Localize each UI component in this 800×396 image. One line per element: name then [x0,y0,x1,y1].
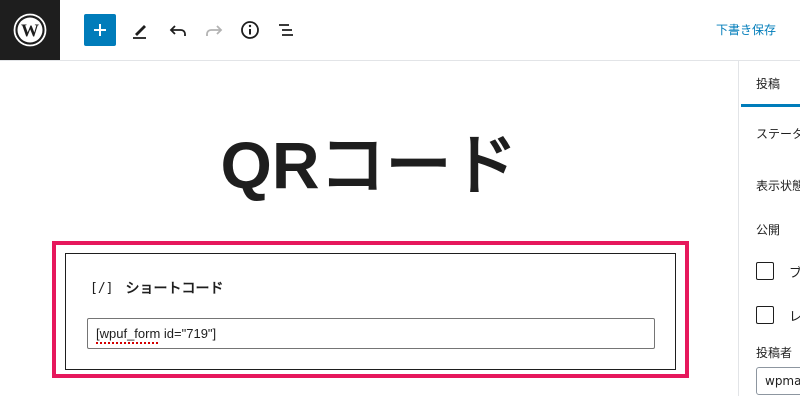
spellcheck-underline [96,342,159,344]
tab-post[interactable]: 投稿 [741,61,800,107]
pending-review-checkbox-label: レ [789,306,800,325]
author-label: 投稿者 [756,346,793,360]
svg-text:W: W [21,21,39,41]
wordpress-logo-button[interactable]: W [0,0,60,60]
pending-review-checkbox[interactable] [756,306,774,324]
tools-button[interactable] [124,14,156,46]
redo-icon [206,25,223,36]
shortcode-input[interactable] [87,318,655,349]
list-view-button[interactable] [270,14,302,46]
status-label: ステータ [756,127,800,141]
wordpress-icon: W [13,13,47,47]
add-block-button[interactable] [84,14,116,46]
sticky-checkbox-label: ブ [789,262,800,281]
save-draft-button[interactable]: 下書き保存 [716,20,776,40]
shortcode-block[interactable]: [/] ショートコード [65,253,676,370]
redo-button[interactable] [198,14,230,46]
details-button[interactable] [234,14,266,46]
undo-icon [169,25,186,36]
shortcode-icon: [/] [90,280,114,296]
shortcode-block-label: [/] ショートコード [90,278,223,298]
post-title[interactable]: QRコード [0,120,738,210]
list-icon [279,24,293,36]
pencil-icon [133,25,146,39]
shortcode-block-title: ショートコード [125,281,224,297]
plus-icon [94,24,106,36]
info-icon [241,21,259,39]
settings-sidebar: 投稿 ステータ 表示状態 公開 ブ レ 投稿者 wpmas [738,61,800,396]
sticky-checkbox[interactable] [756,262,774,280]
undo-button[interactable] [162,14,194,46]
visibility-label[interactable]: 表示状態 [756,177,800,194]
author-select[interactable]: wpmas [756,367,800,395]
publish-label[interactable]: 公開 [756,221,780,238]
editor-toolbar: W 下書き保存 [0,0,800,61]
